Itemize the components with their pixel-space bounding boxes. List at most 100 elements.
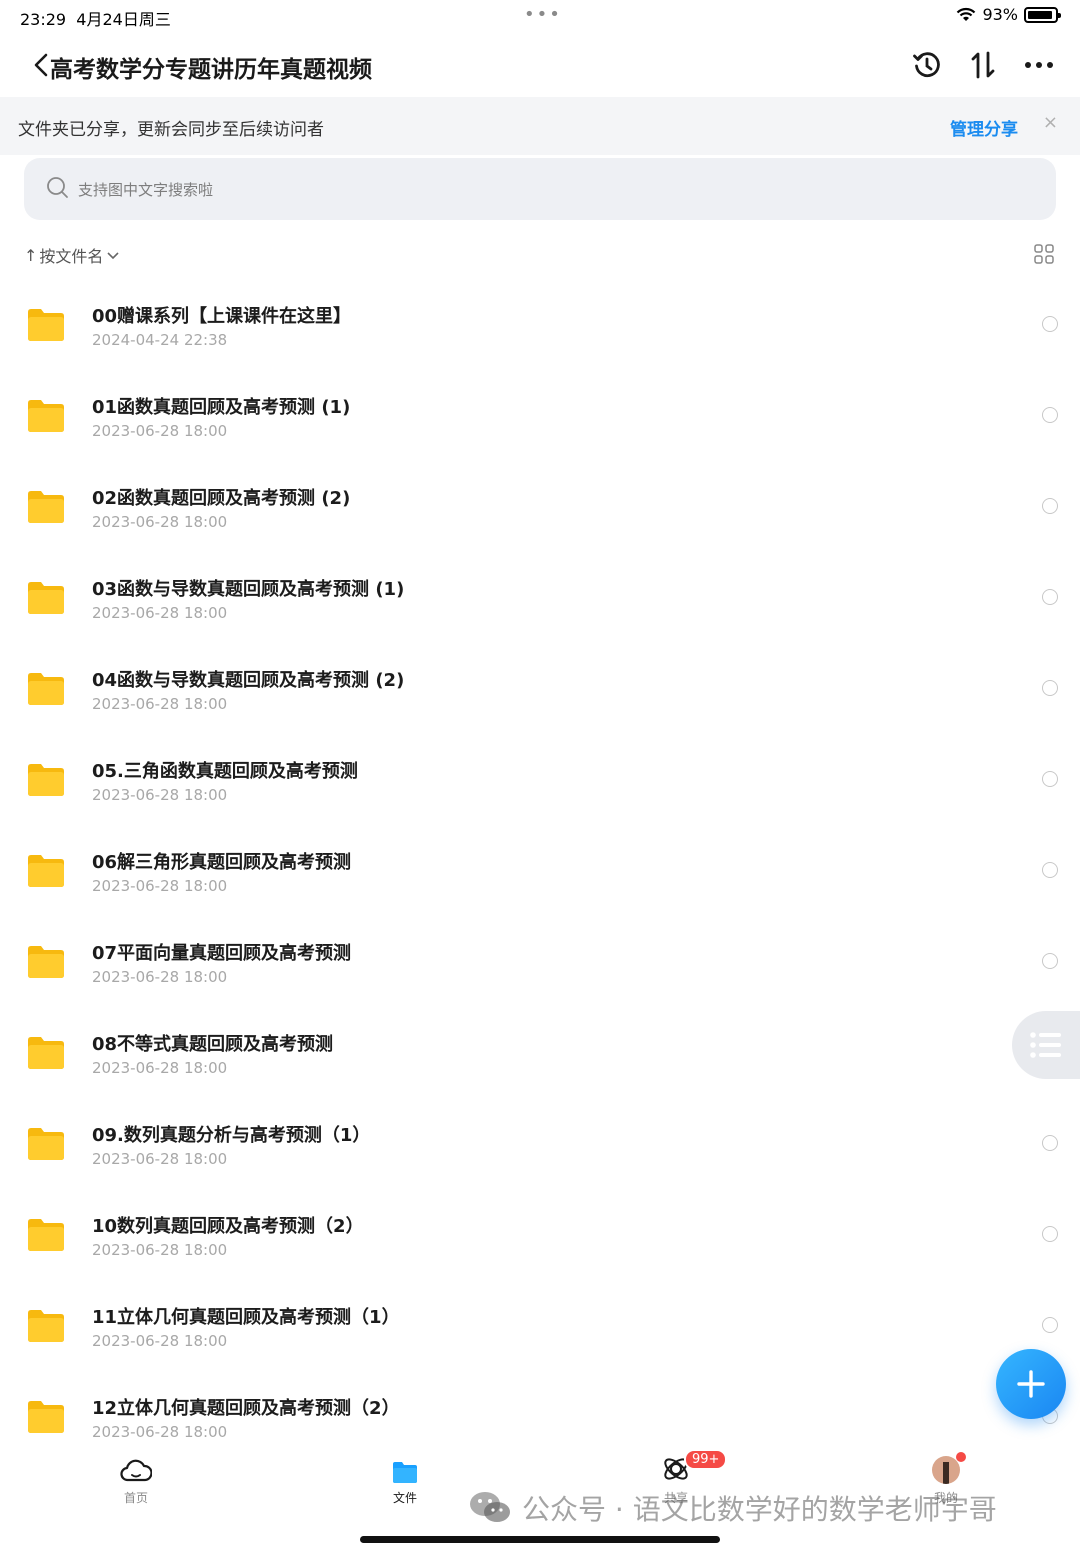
folder-icon	[28, 855, 64, 887]
watermark: 公众号 · 语文比数学好的数学老师宇哥	[468, 1488, 997, 1528]
select-checkbox[interactable]	[1042, 498, 1058, 514]
more-icon[interactable]	[1022, 48, 1056, 82]
sort-row: ↑ 按文件名	[0, 240, 1080, 270]
file-date: 2023-06-28 18:00	[92, 422, 228, 440]
file-date: 2023-06-28 18:00	[92, 786, 228, 804]
multitask-dots[interactable]: •••	[524, 4, 562, 25]
file-row[interactable]: 04函数与导数真题回顾及高考预测 (2) 2023-06-28 18:00	[0, 642, 1080, 733]
file-row[interactable]: 03函数与导数真题回顾及高考预测 (1) 2023-06-28 18:00	[0, 551, 1080, 642]
add-button[interactable]	[996, 1349, 1066, 1419]
file-date: 2023-06-28 18:00	[92, 877, 228, 895]
share-banner: 文件夹已分享，更新会同步至后续访问者 管理分享 ×	[0, 97, 1080, 155]
history-icon[interactable]	[910, 48, 944, 82]
status-bar: 23:29 4月24日周三 ••• 93%	[0, 0, 1080, 32]
folder-icon	[28, 400, 64, 432]
avatar	[932, 1456, 960, 1484]
sort-label: 按文件名	[39, 247, 104, 266]
select-checkbox[interactable]	[1042, 771, 1058, 787]
battery-icon	[1024, 6, 1061, 23]
close-banner-icon[interactable]: ×	[1043, 112, 1058, 133]
file-name: 10数列真题回顾及高考预测（2）	[92, 1216, 364, 1237]
file-name: 05.三角函数真题回顾及高考预测	[92, 761, 358, 782]
folder-icon	[28, 1401, 64, 1433]
cloud-home-icon	[120, 1459, 152, 1482]
battery-percent: 93%	[982, 5, 1018, 24]
folder-icon	[28, 582, 64, 614]
tab-files[interactable]: 文件	[355, 1452, 455, 1506]
folder-icon	[28, 1128, 64, 1160]
folder-icon	[28, 673, 64, 705]
sort-transfer-icon[interactable]	[966, 48, 1000, 82]
file-name: 06解三角形真题回顾及高考预测	[92, 852, 352, 873]
search-icon	[47, 177, 68, 198]
select-checkbox[interactable]	[1042, 1135, 1058, 1151]
file-row[interactable]: 08不等式真题回顾及高考预测 2023-06-28 18:00	[0, 1006, 1080, 1097]
select-checkbox[interactable]	[1042, 407, 1058, 423]
file-name: 00赠课系列【上课课件在这里】	[92, 306, 352, 327]
file-row[interactable]: 11立体几何真题回顾及高考预测（1） 2023-06-28 18:00	[0, 1279, 1080, 1370]
file-row[interactable]: 02函数真题回顾及高考预测 (2) 2023-06-28 18:00	[0, 460, 1080, 551]
file-date: 2023-06-28 18:00	[92, 695, 228, 713]
file-date: 2023-06-28 18:00	[92, 1059, 228, 1077]
file-name: 09.数列真题分析与高考预测（1）	[92, 1125, 371, 1146]
file-date: 2023-06-28 18:00	[92, 1332, 228, 1350]
sort-by-name-button[interactable]: ↑ 按文件名	[24, 243, 121, 267]
select-checkbox[interactable]	[1042, 862, 1058, 878]
folder-tab-icon	[393, 1462, 417, 1483]
folder-icon	[28, 946, 64, 978]
notification-dot	[956, 1452, 966, 1462]
file-name: 04函数与导数真题回顾及高考预测 (2)	[92, 670, 405, 691]
floating-list-button[interactable]	[1012, 1011, 1080, 1079]
file-name: 03函数与导数真题回顾及高考预测 (1)	[92, 579, 405, 600]
file-row[interactable]: 05.三角函数真题回顾及高考预测 2023-06-28 18:00	[0, 733, 1080, 824]
share-badge: 99+	[684, 1449, 728, 1470]
file-date: 2024-04-24 22:38	[92, 331, 228, 349]
status-time-date: 23:29 4月24日周三	[20, 10, 171, 29]
select-checkbox[interactable]	[1042, 953, 1058, 969]
top-actions	[910, 48, 1056, 82]
plus-icon	[1017, 1370, 1045, 1398]
file-name: 08不等式真题回顾及高考预测	[92, 1034, 334, 1055]
file-row[interactable]: 10数列真题回顾及高考预测（2） 2023-06-28 18:00	[0, 1188, 1080, 1279]
file-date: 2023-06-28 18:00	[92, 513, 228, 531]
select-checkbox[interactable]	[1042, 316, 1058, 332]
grid-view-icon[interactable]	[1034, 244, 1054, 264]
select-checkbox[interactable]	[1042, 680, 1058, 696]
file-row[interactable]: 06解三角形真题回顾及高考预测 2023-06-28 18:00	[0, 824, 1080, 915]
share-banner-text: 文件夹已分享，更新会同步至后续访问者	[18, 120, 324, 140]
back-chevron-icon[interactable]	[32, 50, 52, 80]
file-row[interactable]: 07平面向量真题回顾及高考预测 2023-06-28 18:00	[0, 915, 1080, 1006]
battery-level	[1028, 10, 1053, 19]
list-icon	[1030, 1032, 1061, 1058]
tab-home[interactable]: 首页	[86, 1452, 186, 1506]
folder-icon	[28, 491, 64, 523]
file-list: 00赠课系列【上课课件在这里】 2024-04-24 22:38 01函数真题回顾及…	[0, 278, 1080, 1461]
file-date: 2023-06-28 18:00	[92, 1423, 228, 1441]
file-row[interactable]: 00赠课系列【上课课件在这里】 2024-04-24 22:38	[0, 278, 1080, 369]
tab-files-label: 文件	[392, 1491, 417, 1505]
tab-home-label: 首页	[123, 1491, 148, 1505]
file-name: 07平面向量真题回顾及高考预测	[92, 943, 352, 964]
file-row[interactable]: 09.数列真题分析与高考预测（1） 2023-06-28 18:00	[0, 1097, 1080, 1188]
sort-arrow-icon: ↑	[24, 245, 38, 265]
home-indicator[interactable]	[360, 1536, 720, 1543]
select-checkbox[interactable]	[1042, 589, 1058, 605]
file-name: 12立体几何真题回顾及高考预测（2）	[92, 1398, 400, 1419]
select-checkbox[interactable]	[1042, 1317, 1058, 1333]
search-input[interactable]: 支持图中文字搜索啦	[24, 158, 1056, 220]
file-date: 2023-06-28 18:00	[92, 604, 228, 622]
file-name: 11立体几何真题回顾及高考预测（1）	[92, 1307, 400, 1328]
folder-icon	[28, 764, 64, 796]
status-right: 93%	[956, 5, 1061, 24]
file-name: 02函数真题回顾及高考预测 (2)	[92, 488, 351, 509]
select-checkbox[interactable]	[1042, 1226, 1058, 1242]
manage-share-link[interactable]: 管理分享	[950, 115, 1018, 140]
wechat-icon	[470, 1492, 510, 1522]
file-date: 2023-06-28 18:00	[92, 1241, 228, 1259]
title-bar: 高考数学分专题讲历年真题视频	[0, 36, 1080, 94]
chevron-down-icon	[107, 252, 119, 260]
file-row[interactable]: 01函数真题回顾及高考预测 (1) 2023-06-28 18:00	[0, 369, 1080, 460]
folder-icon	[28, 1037, 64, 1069]
page-title: 高考数学分专题讲历年真题视频	[50, 57, 372, 83]
file-name: 01函数真题回顾及高考预测 (1)	[92, 397, 351, 418]
